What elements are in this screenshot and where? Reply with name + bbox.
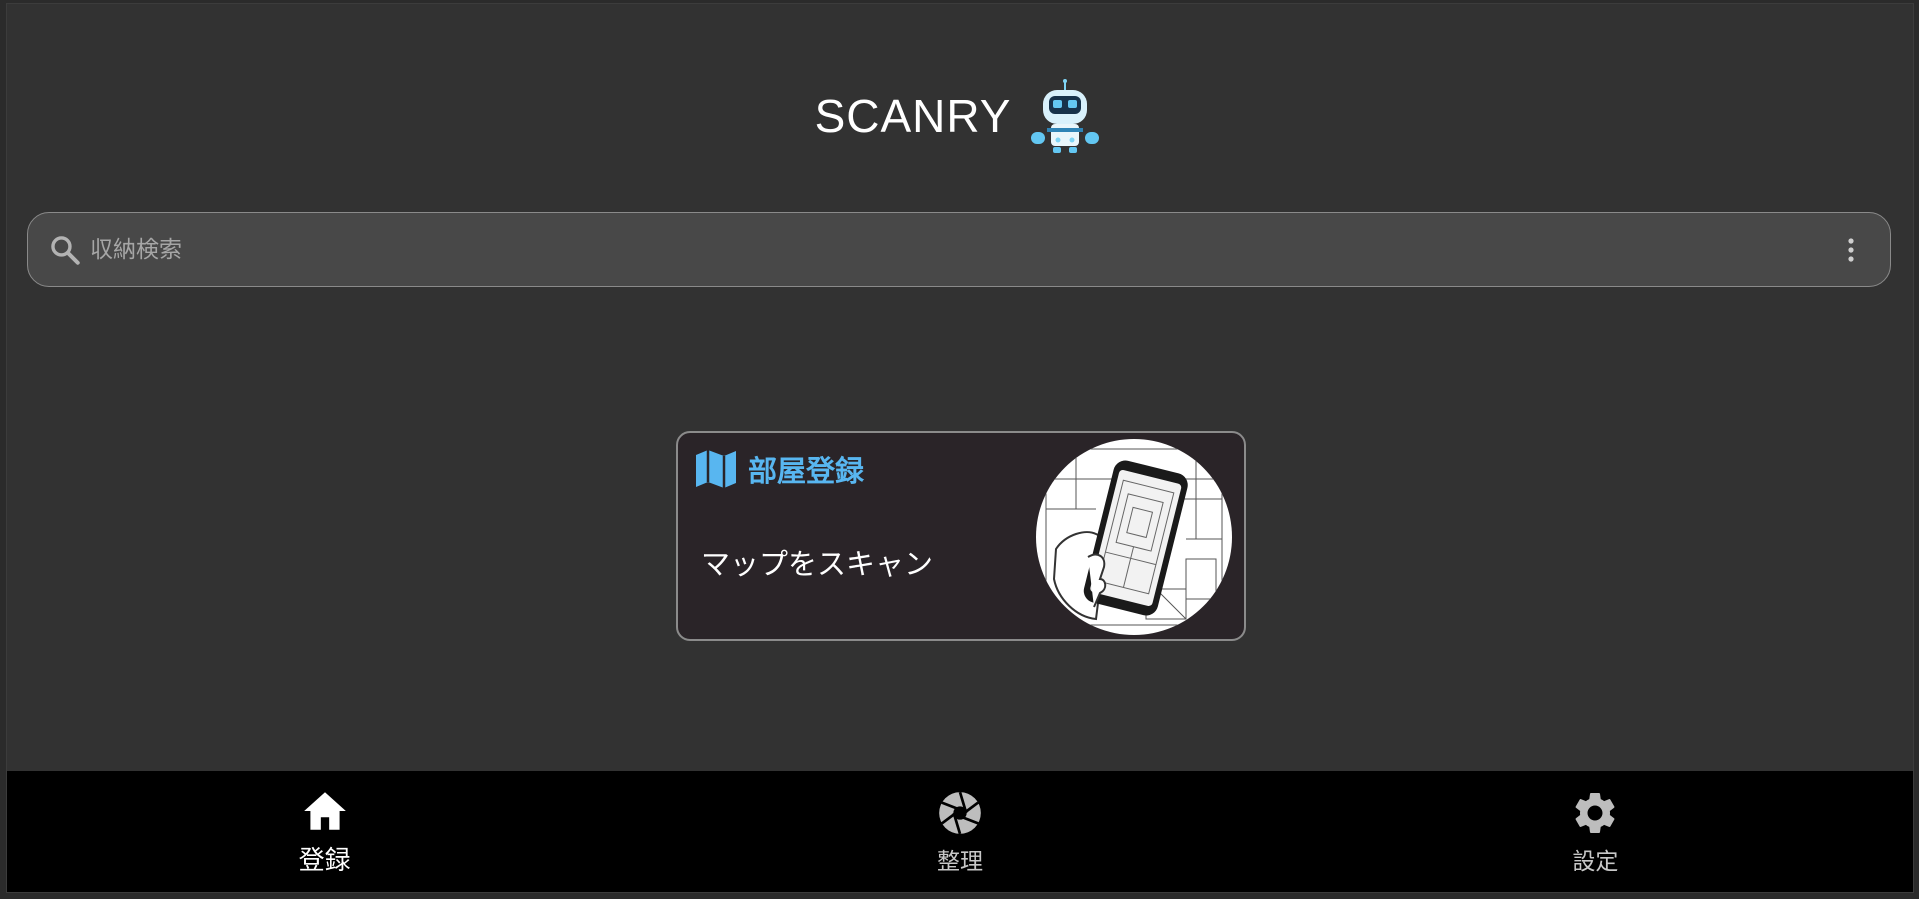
card-header: 部屋登録 xyxy=(694,447,864,491)
more-vert-icon[interactable] xyxy=(1836,233,1866,267)
nav-label-register: 登録 xyxy=(298,846,351,876)
search-icon xyxy=(51,235,80,265)
map-icon xyxy=(696,450,736,488)
nav-item-settings[interactable]: 設定 xyxy=(1278,771,1913,892)
phone-scanning-illustration xyxy=(1036,439,1232,635)
nav-item-register[interactable]: 登録 xyxy=(7,771,642,892)
app-title: SCANRY xyxy=(814,90,1012,142)
gear-icon xyxy=(1575,792,1615,833)
bottom-navigation: 登録 整理 設定 xyxy=(7,771,1913,892)
home-icon xyxy=(303,792,346,830)
nav-label-organize: 整理 xyxy=(936,848,983,875)
aperture-icon xyxy=(939,791,981,834)
nav-label-settings: 設定 xyxy=(1572,848,1619,875)
robot-icon xyxy=(1031,79,1100,153)
search-bar[interactable] xyxy=(27,212,1891,287)
room-register-card[interactable]: 部屋登録 マップをスキャン xyxy=(676,431,1246,641)
nav-item-organize[interactable]: 整理 xyxy=(642,771,1277,892)
search-input[interactable] xyxy=(82,213,1836,286)
app-header: SCANRY xyxy=(7,76,1913,156)
app-window: SCANRY 収納検索 部屋登録 マップをスキャン 登録 整理 設定 xyxy=(6,3,1914,893)
card-title: 部屋登録 xyxy=(748,454,865,488)
card-subtitle: マップをスキャン xyxy=(701,547,934,581)
